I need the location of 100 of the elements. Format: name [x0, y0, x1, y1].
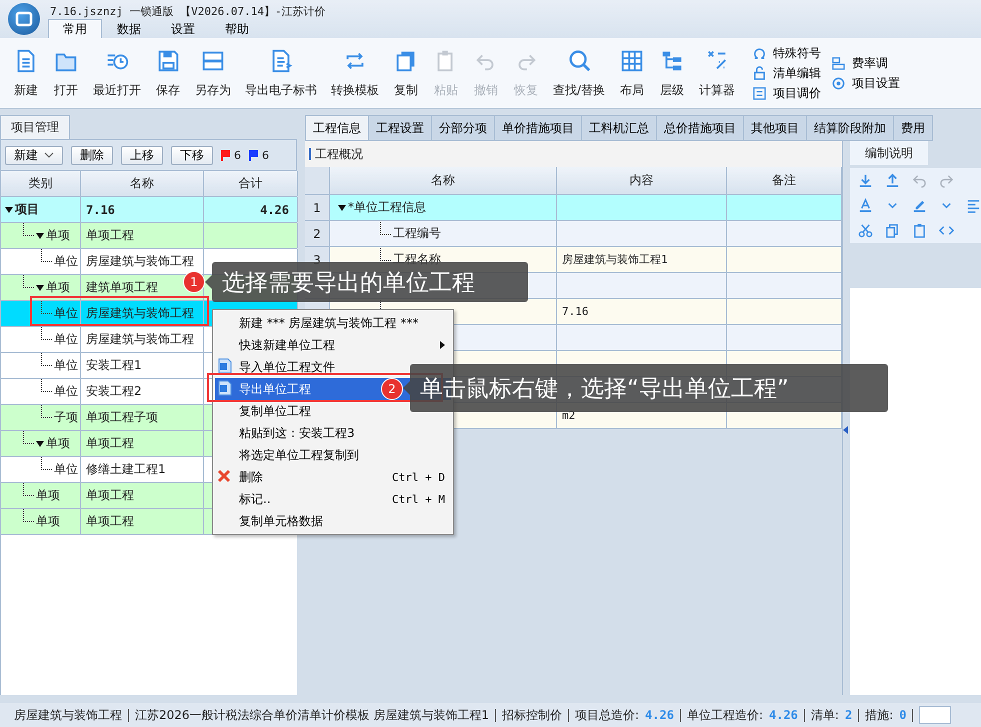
toolbar-button[interactable]: 导出电子标书 — [238, 38, 324, 108]
status-label: 招标控制价 — [502, 708, 562, 722]
toolbar-button[interactable] — [912, 173, 927, 188]
toolbar-button[interactable]: 复制 — [386, 38, 426, 108]
name-cell[interactable]: 单项工程 — [81, 509, 204, 534]
app-logo[interactable] — [8, 3, 40, 35]
toolbar-button[interactable] — [966, 198, 981, 213]
toolbar-button[interactable]: 布局 — [612, 38, 652, 108]
status-value: 4.26 — [769, 708, 798, 722]
row-number: 2 — [305, 221, 330, 246]
toolbar-button[interactable]: 新建 — [6, 38, 46, 108]
content-cell[interactable] — [557, 221, 727, 246]
toolbar-button[interactable]: 最近打开 — [86, 38, 148, 108]
toolbar-button[interactable] — [912, 223, 927, 238]
content-cell[interactable] — [557, 195, 727, 220]
menu-item[interactable]: 将选定单位工程复制到 — [215, 444, 451, 466]
lock-icon — [752, 66, 768, 80]
name-cell[interactable]: 单项工程 — [81, 483, 204, 508]
editor-area[interactable] — [850, 288, 981, 695]
expand-triangle-icon[interactable] — [36, 440, 44, 446]
toolbar-button[interactable] — [858, 173, 873, 188]
toolbar-button[interactable]: 层级 — [652, 38, 692, 108]
toolbar-button[interactable]: 保存 — [148, 38, 188, 108]
status-value: 0 — [899, 708, 906, 722]
menu-item[interactable]: 标记.. Ctrl + M — [215, 488, 451, 510]
category-label: 子项 — [54, 409, 78, 426]
expand-triangle-icon[interactable] — [338, 204, 346, 210]
menu-item[interactable]: 复制单元格数据 — [215, 510, 451, 532]
toolbar-button[interactable] — [858, 198, 873, 213]
panel-tab[interactable]: 编制说明 — [850, 141, 928, 165]
toolbar-button[interactable]: 删除 — [71, 146, 113, 164]
category-label: 单项 — [46, 279, 70, 296]
content-cell[interactable]: 房屋建筑与装饰工程1 — [557, 247, 727, 272]
content-cell[interactable] — [557, 325, 727, 350]
expand-triangle-icon[interactable] — [36, 284, 44, 290]
tab[interactable]: 单价措施项目 — [495, 115, 582, 141]
tab[interactable]: 工程信息 — [305, 115, 369, 141]
status-value: 4.26 — [645, 708, 674, 722]
status-label: 项目总造价: — [575, 708, 640, 722]
content-cell[interactable]: 7.16 — [557, 299, 727, 324]
menu-item[interactable]: 粘贴到这：安装工程3 — [215, 422, 451, 444]
status-label: 房屋建筑与装饰工程 — [14, 708, 122, 722]
tab[interactable]: 工程设置 — [369, 115, 432, 141]
toolbar-button[interactable]: 转换模板 — [324, 38, 386, 108]
category-label: 单位 — [54, 383, 78, 400]
menu-tab[interactable]: 帮助 — [210, 19, 264, 38]
tab[interactable]: 其他项目 — [744, 115, 807, 141]
tab[interactable]: 分部分项 — [432, 115, 495, 141]
toolbar-button[interactable]: 新建 — [5, 146, 63, 164]
toolbar-button[interactable]: 计算器 — [692, 38, 742, 108]
toolbar-button[interactable]: 另存为 — [188, 38, 238, 108]
file-icon — [217, 358, 233, 374]
expand-triangle-icon[interactable] — [36, 232, 44, 238]
toolbar-button[interactable]: 清单编辑 — [752, 64, 822, 82]
toolbar-button[interactable]: 打开 — [46, 38, 86, 108]
toolbar-button[interactable]: 下移 — [171, 146, 213, 164]
submenu-arrow-icon — [440, 341, 445, 349]
category-label: 单位 — [54, 357, 78, 374]
toolbar-button[interactable] — [858, 223, 873, 238]
file-icon — [217, 380, 233, 396]
note-cell[interactable] — [727, 221, 842, 246]
column-header: 合计 — [204, 171, 298, 196]
menu-tab[interactable]: 数据 — [102, 19, 156, 38]
tab[interactable]: 费用 — [894, 115, 933, 141]
note-cell[interactable] — [727, 273, 842, 298]
toolbar-button[interactable] — [885, 223, 900, 238]
tab[interactable]: 工料机汇总 — [582, 115, 657, 141]
menu-tab[interactable]: 设置 — [156, 19, 210, 38]
toolbar-button[interactable]: 项目调价 — [752, 84, 822, 102]
name-cell[interactable]: 单项工程 — [81, 223, 204, 248]
note-cell[interactable] — [727, 195, 842, 220]
category-label: 单位 — [54, 305, 78, 322]
menu-item[interactable]: 删除 Ctrl + D — [215, 466, 451, 488]
menu-item[interactable]: 新建 *** 房屋建筑与装饰工程 *** — [215, 312, 451, 334]
step-tooltip: 单击鼠标右键，选择“导出单位工程” — [403, 364, 888, 412]
name-cell[interactable]: 7.16 — [81, 197, 204, 222]
name-cell[interactable]: 单项工程 — [81, 431, 204, 456]
name-cell[interactable]: 单项工程子项 — [81, 405, 204, 430]
toolbar-button[interactable]: 费率调 — [831, 54, 900, 72]
toolbar-button[interactable]: 上移 — [121, 146, 163, 164]
expand-triangle-icon[interactable] — [5, 206, 13, 212]
tab[interactable]: 总价措施项目 — [657, 115, 744, 141]
menu-item[interactable]: 快速新建单位工程 — [215, 334, 451, 356]
toolbar-button[interactable]: 查找/替换 — [546, 38, 612, 108]
status-field[interactable] — [919, 706, 952, 724]
toolbar-button[interactable] — [885, 173, 900, 188]
note-cell[interactable] — [727, 247, 842, 272]
toolbar-button[interactable] — [912, 198, 927, 213]
note-cell[interactable] — [727, 325, 842, 350]
menu-tab[interactable]: 常用 — [48, 19, 102, 38]
category-label: 单位 — [54, 253, 78, 270]
panel-tab[interactable]: 项目管理 — [0, 115, 70, 139]
toolbar-button[interactable] — [939, 173, 954, 188]
content-cell[interactable] — [557, 273, 727, 298]
close-icon — [217, 468, 231, 482]
toolbar-button[interactable]: 特殊符号 — [752, 44, 822, 62]
tab[interactable]: 结算阶段附加 — [807, 115, 894, 141]
name-cell[interactable]: 房屋建筑与装饰工程 — [81, 301, 204, 326]
toolbar-button[interactable]: 项目设置 — [831, 74, 900, 92]
note-cell[interactable] — [727, 299, 842, 324]
